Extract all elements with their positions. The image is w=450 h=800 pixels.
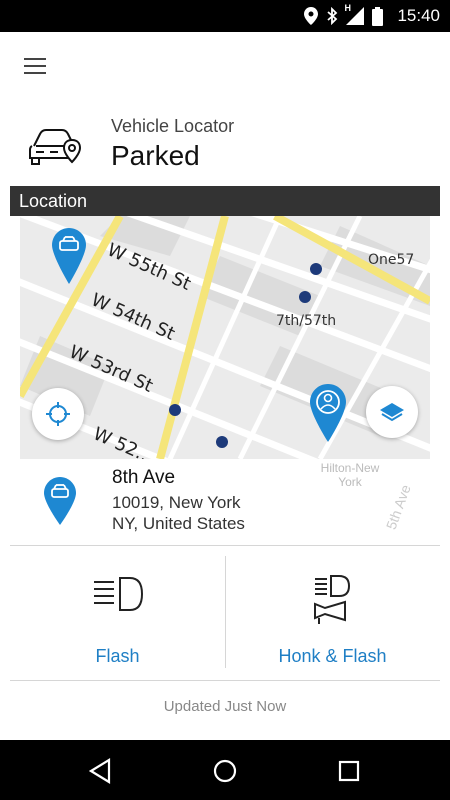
headlight-icon [90, 574, 146, 619]
home-icon[interactable] [212, 758, 238, 784]
map-label-faded: Hilton-New York [320, 461, 380, 489]
status-bar: H 15:40 [0, 0, 450, 32]
signal-icon: H [344, 3, 365, 25]
car-location-icon [28, 124, 84, 173]
address-country: NY, United States [112, 514, 245, 533]
map-label-faded: 5th Ave [382, 482, 414, 532]
car-pin-icon [44, 477, 76, 530]
bluetooth-icon [326, 7, 338, 25]
honk-flash-button[interactable]: Honk & Flash [225, 558, 440, 678]
locate-icon [45, 401, 71, 427]
system-nav-bar [0, 740, 450, 800]
battery-icon [372, 6, 384, 26]
header-subtitle: Vehicle Locator [111, 116, 235, 136]
layers-icon [379, 401, 405, 423]
map-view[interactable]: W 55th St W 54th St W 53rd St W 52... On… [20, 216, 430, 459]
hamburger-menu-icon[interactable] [24, 58, 46, 74]
honk-flash-label: Honk & Flash [278, 646, 387, 666]
flash-label: Flash [95, 646, 140, 666]
app-bar [0, 32, 450, 100]
horn-headlight-icon [311, 574, 355, 631]
flash-button[interactable]: Flash [10, 558, 225, 678]
poi-label: 7th/57th [276, 313, 336, 329]
divider [10, 680, 440, 681]
location-section-header: Location [10, 186, 440, 216]
vehicle-header: Vehicle Locator Parked [0, 104, 450, 184]
divider [10, 545, 440, 546]
location-icon [304, 7, 319, 25]
address-street: 8th Ave [112, 467, 176, 488]
page-title: Parked [111, 140, 200, 171]
address-city: 10019, New York [112, 493, 241, 512]
updated-status: Updated Just Now [163, 698, 287, 715]
signal-type-label: H [344, 3, 351, 13]
back-icon[interactable] [88, 758, 114, 784]
locate-button[interactable] [32, 388, 84, 440]
layers-button[interactable] [366, 386, 418, 438]
status-time: 15:40 [397, 6, 440, 25]
recents-icon[interactable] [336, 758, 362, 784]
address-card[interactable]: 8th Ave 10019, New York NY, United State… [20, 459, 430, 545]
poi-label: One57 [368, 252, 414, 268]
